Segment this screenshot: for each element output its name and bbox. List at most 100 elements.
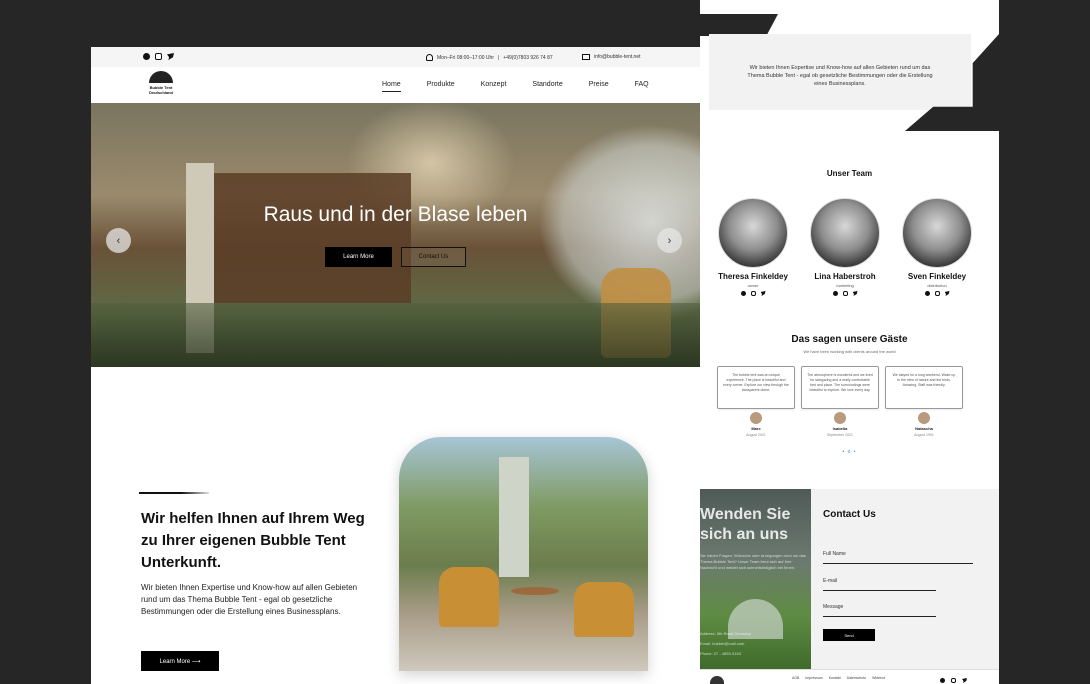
social-links: [143, 53, 174, 60]
full-name-field[interactable]: Full Name: [823, 551, 973, 564]
contact-photo: Wenden Sie sich an uns Sie haben Fragen,…: [700, 489, 811, 669]
headset-icon: [426, 54, 433, 61]
member-name: Theresa Finkeldey: [718, 272, 788, 281]
member-social: [805, 291, 885, 296]
member-name: Lina Haberstroh: [814, 272, 876, 281]
subpage-mockup: Wir bieten Ihnen Expertise und Know-how …: [700, 0, 999, 684]
photo-chair-left: [439, 567, 499, 627]
footer-logo-icon[interactable]: [710, 676, 724, 684]
hero-buttons: Learn More Contact Us: [325, 247, 466, 267]
message-field[interactable]: Message: [823, 604, 936, 617]
send-button[interactable]: Send: [823, 629, 875, 641]
avatar: [918, 412, 930, 424]
instagram-icon[interactable]: [155, 53, 162, 60]
carousel-dots[interactable]: • o •: [700, 449, 999, 455]
team-member: Sven Finkeldey distribution: [897, 198, 977, 296]
member-role: marketing: [836, 283, 854, 288]
nav-item-produkte[interactable]: Produkte: [427, 81, 455, 92]
review-name: Marc: [751, 426, 761, 431]
prev-slide-button[interactable]: ‹: [106, 228, 131, 253]
member-social: [713, 291, 793, 296]
contact-address: Address: 5th Road Germany: [700, 631, 751, 636]
contact-left-title: Wenden Sie sich an uns: [700, 506, 791, 543]
contact-info: Address: 5th Road Germany Email: bubble@…: [700, 629, 808, 659]
hero-slider: Raus und in der Blase leben Learn More C…: [91, 103, 700, 367]
contact-email: info@bubble-tent.net: [582, 54, 641, 60]
intro-section: Wir bieten Ihnen Expertise und Know-how …: [700, 0, 999, 131]
photo-chair-right: [574, 582, 634, 637]
phone-number[interactable]: +49(0)7803 926 74 87: [503, 55, 552, 61]
photo-table: [511, 587, 559, 595]
review-date: August 1991: [914, 433, 934, 437]
logo-line2: Deutschland: [148, 90, 173, 95]
email-field[interactable]: E-mail: [823, 578, 936, 591]
footer-link-kontakt[interactable]: Kontakt: [829, 676, 841, 680]
chevron-right-icon: ›: [667, 234, 672, 247]
review-card: The atmosphere is wonderful and we lived…: [801, 366, 879, 437]
instagram-icon[interactable]: [842, 291, 848, 296]
hero-image-cabin: [211, 173, 411, 303]
nav-item-konzept[interactable]: Konzept: [481, 81, 507, 92]
team-member: Theresa Finkeldey owner: [713, 198, 793, 296]
team-title: Unser Team: [826, 169, 873, 178]
member-name: Sven Finkeldey: [907, 272, 967, 281]
footer: AGB Impressum Kontakt Datenschutz Widerr…: [700, 669, 999, 684]
review-name: Natascha: [915, 426, 933, 431]
email-link[interactable]: info@bubble-tent.net: [594, 54, 641, 60]
hero-image-ground: [91, 303, 700, 367]
logo-dome-icon: [149, 71, 173, 83]
member-social: [897, 291, 977, 296]
nav-item-standorte[interactable]: Standorte: [532, 81, 562, 92]
review-date: September 2021: [827, 433, 853, 437]
facebook-icon[interactable]: [940, 678, 945, 683]
accent-line: [139, 492, 209, 494]
review-text: The atmosphere is wonderful and we lived…: [801, 366, 879, 409]
mail-icon: [582, 54, 590, 60]
footer-social: [940, 678, 967, 683]
homepage-mockup: Mon–Fri 08:00–17:00 Uhr | +49(0)7803 926…: [91, 47, 700, 684]
learn-more-button[interactable]: Learn More: [325, 247, 392, 267]
twitter-icon[interactable]: [760, 291, 766, 296]
nav-item-home[interactable]: Home: [382, 81, 401, 92]
avatar: [902, 198, 972, 268]
instagram-icon[interactable]: [934, 291, 940, 296]
contact-hours: Mon–Fri 08:00–17:00 Uhr | +49(0)7803 926…: [426, 54, 553, 61]
nav-item-faq[interactable]: FAQ: [635, 81, 649, 92]
intro-text: Wir bieten Ihnen Expertise und Know-how …: [747, 65, 933, 87]
avatar: [718, 198, 788, 268]
instagram-icon[interactable]: [951, 678, 956, 683]
about-text: Wir bieten Ihnen Expertise und Know-how …: [141, 583, 358, 616]
footer-links: AGB Impressum Kontakt Datenschutz Widerr…: [792, 676, 885, 680]
contact-phone: Phone: 07 - 4855-3183: [700, 651, 741, 656]
contact-form-title: Contact Us: [823, 509, 876, 520]
decor-shape: [700, 14, 778, 36]
twitter-icon[interactable]: [167, 53, 174, 60]
about-learn-more-button[interactable]: Learn More ⟶: [141, 651, 219, 671]
intro-box: Wir bieten Ihnen Expertise und Know-how …: [709, 34, 971, 110]
top-info-bar: Mon–Fri 08:00–17:00 Uhr | +49(0)7803 926…: [91, 47, 700, 67]
next-slide-button[interactable]: ›: [657, 228, 682, 253]
separator: |: [497, 54, 500, 61]
site-logo[interactable]: Bubble Tent Deutschland: [143, 71, 179, 95]
footer-link-impressum[interactable]: Impressum: [805, 676, 822, 680]
twitter-icon[interactable]: [944, 291, 950, 296]
facebook-icon[interactable]: [832, 291, 838, 296]
facebook-icon[interactable]: [740, 291, 746, 296]
twitter-icon[interactable]: [852, 291, 858, 296]
team-member: Lina Haberstroh marketing: [805, 198, 885, 296]
twitter-icon[interactable]: [962, 678, 967, 683]
footer-link-widerruf[interactable]: Widerruf: [872, 676, 885, 680]
footer-link-datenschutz[interactable]: Datenschutz: [847, 676, 866, 680]
main-navbar: Bubble Tent Deutschland Home Produkte Ko…: [91, 67, 700, 103]
nav-item-preise[interactable]: Preise: [589, 81, 609, 92]
contact-us-button[interactable]: Contact Us: [401, 247, 466, 267]
member-role: distribution: [927, 283, 947, 288]
instagram-icon[interactable]: [750, 291, 756, 296]
facebook-icon[interactable]: [924, 291, 930, 296]
photo-tree: [499, 457, 529, 577]
chevron-left-icon: ‹: [116, 234, 121, 247]
facebook-icon[interactable]: [143, 53, 150, 60]
nav-menu: Home Produkte Konzept Standorte Preise F…: [382, 81, 649, 92]
footer-link-agb[interactable]: AGB: [792, 676, 799, 680]
review-text: The bubble tent was an unique experience…: [717, 366, 795, 409]
